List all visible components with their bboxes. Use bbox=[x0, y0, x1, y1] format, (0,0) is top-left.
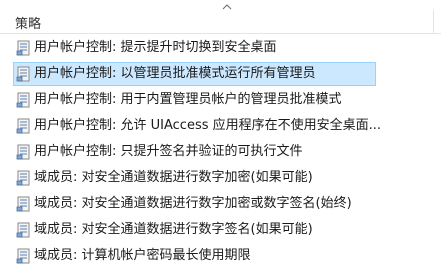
column-divider[interactable] bbox=[433, 10, 434, 34]
policy-icon bbox=[16, 92, 30, 108]
policy-label: 用户帐户控制: 允许 UIAccess 应用程序在不使用安全桌面... bbox=[34, 118, 382, 133]
policy-label: 用户帐户控制: 以管理员批准模式运行所有管理员 bbox=[34, 66, 316, 81]
policy-icon bbox=[16, 248, 30, 264]
policy-label: 用户帐户控制: 用于内置管理员帐户的管理员批准模式 bbox=[34, 92, 342, 107]
policy-label: 域成员: 对安全通道数据进行数字加密或数字签名(始终) bbox=[34, 196, 352, 211]
policy-row[interactable]: 用户帐户控制: 允许 UIAccess 应用程序在不使用安全桌面... bbox=[0, 114, 441, 138]
policy-row[interactable]: 域成员: 对安全通道数据进行数字签名(如果可能) bbox=[0, 218, 441, 242]
policy-icon bbox=[16, 40, 30, 56]
policy-row-selected[interactable]: 用户帐户控制: 以管理员批准模式运行所有管理员 bbox=[13, 62, 376, 86]
policy-label: 域成员: 对安全通道数据进行数字签名(如果可能) bbox=[34, 222, 313, 237]
policy-icon bbox=[16, 66, 30, 82]
policy-row[interactable]: 域成员: 对安全通道数据进行数字加密或数字签名(始终) bbox=[0, 192, 441, 216]
policy-row[interactable]: 域成员: 计算机帐户密码最长使用期限 bbox=[0, 244, 441, 268]
policy-label: 用户帐户控制: 提示提升时切换到安全桌面 bbox=[34, 40, 277, 55]
policy-list-view: 策略 用户帐户控制: 提示提升时切换到安全桌面 用户帐户控制: 以管理员批准模式… bbox=[0, 0, 441, 277]
sort-ascending-icon bbox=[222, 4, 232, 10]
policy-row[interactable]: 域成员: 对安全通道数据进行数字加密(如果可能) bbox=[0, 166, 441, 190]
policy-row[interactable]: 用户帐户控制: 只提升签名并验证的可执行文件 bbox=[0, 140, 441, 164]
policy-row[interactable]: 用户帐户控制: 提示提升时切换到安全桌面 bbox=[0, 36, 441, 60]
policy-icon bbox=[16, 144, 30, 160]
policy-label: 域成员: 计算机帐户密码最长使用期限 bbox=[34, 248, 251, 263]
policy-label: 域成员: 对安全通道数据进行数字加密(如果可能) bbox=[34, 170, 313, 185]
policy-icon bbox=[16, 196, 30, 212]
policy-icon bbox=[16, 170, 30, 186]
policy-icon bbox=[16, 222, 30, 238]
policy-label: 用户帐户控制: 只提升签名并验证的可执行文件 bbox=[34, 144, 303, 159]
policy-row[interactable]: 用户帐户控制: 用于内置管理员帐户的管理员批准模式 bbox=[0, 88, 441, 112]
policy-icon bbox=[16, 118, 30, 134]
policy-list: 用户帐户控制: 提示提升时切换到安全桌面 用户帐户控制: 以管理员批准模式运行所… bbox=[0, 34, 441, 268]
list-header: 策略 bbox=[0, 0, 441, 34]
column-header-policy[interactable]: 策略 bbox=[15, 13, 41, 32]
